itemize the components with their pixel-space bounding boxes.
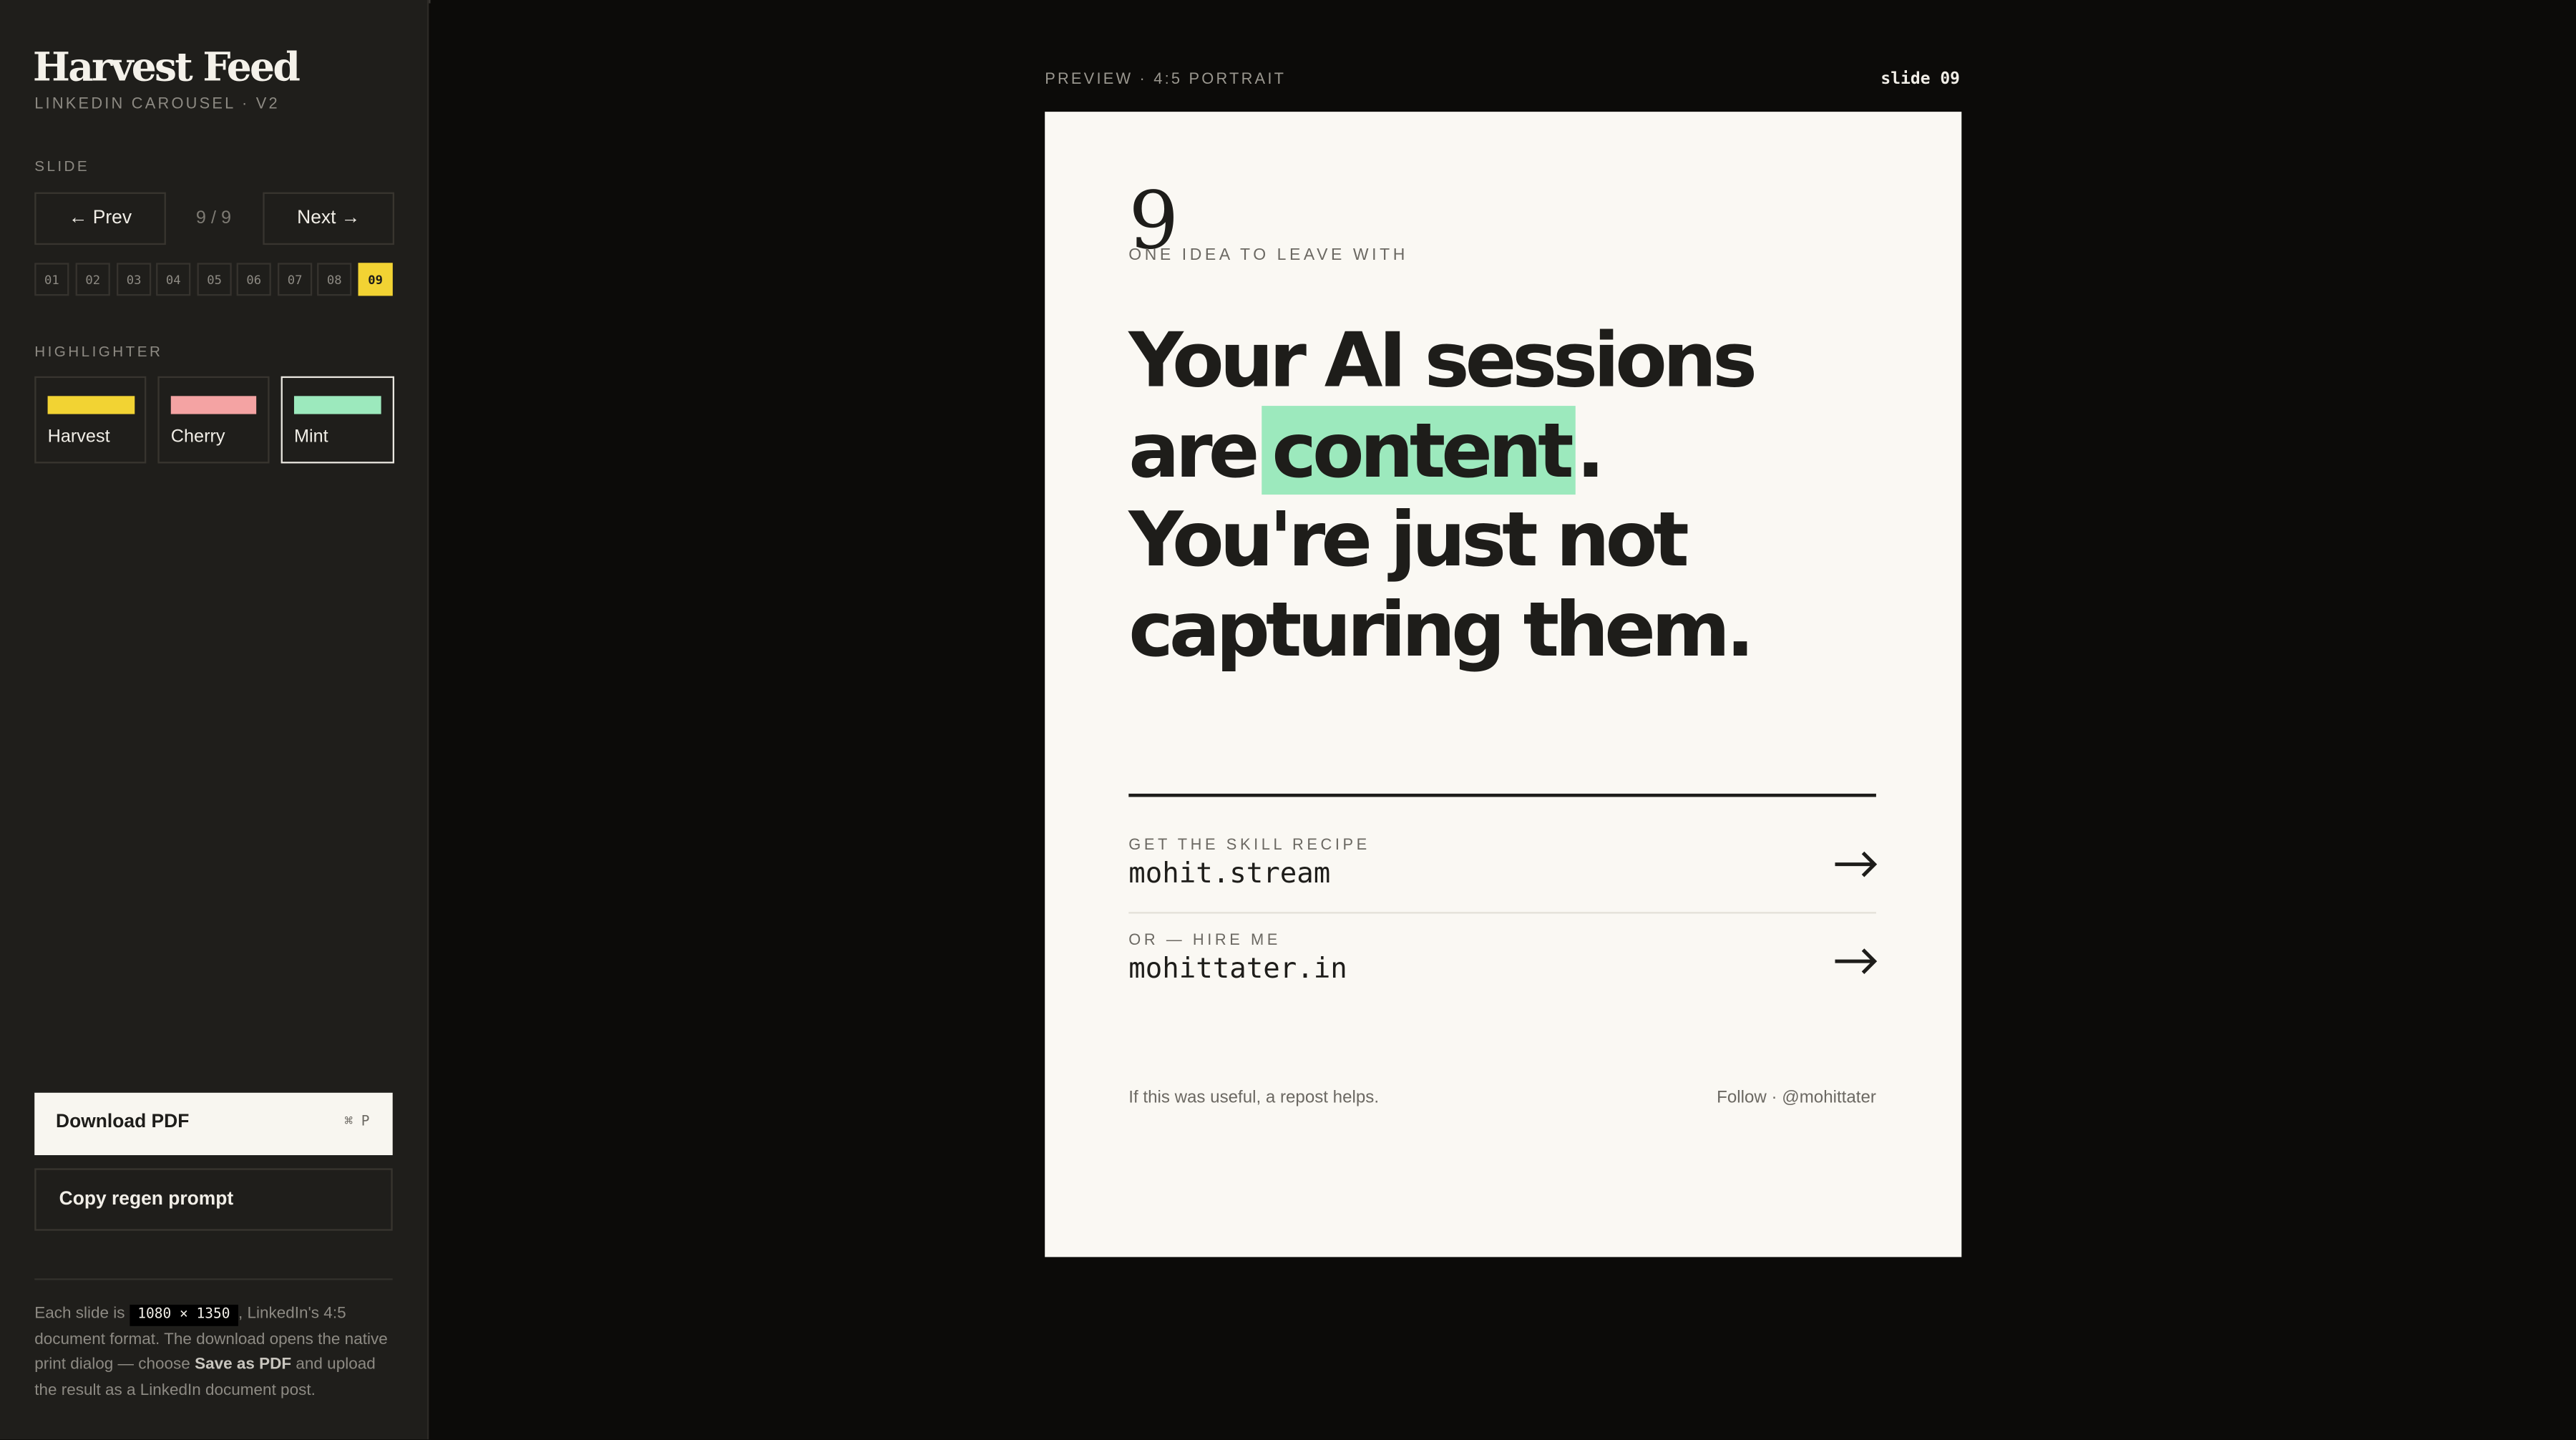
footer-repost-text: If this was useful, a repost helps. xyxy=(1128,1087,1380,1108)
highlighted-word: content xyxy=(1262,404,1576,494)
harvest-swatch xyxy=(47,396,135,414)
cta-divider xyxy=(1128,912,1876,914)
save-as-pdf-emphasis: Save as PDF xyxy=(195,1356,292,1374)
cta-1-link: mohit.stream xyxy=(1128,857,1331,891)
highlighter-option-cherry[interactable]: Cherry xyxy=(157,376,270,464)
slide-counter: 9 / 9 xyxy=(195,208,232,229)
slide-chip-01[interactable]: 01 xyxy=(34,263,69,296)
mint-swatch xyxy=(293,396,381,414)
headline-are: are xyxy=(1128,404,1259,494)
slide-chip-03[interactable]: 03 xyxy=(117,263,152,296)
prev-button[interactable]: ← Prev xyxy=(34,192,166,245)
slide-dimensions-code: 1080 × 1350 xyxy=(129,1304,238,1326)
slide-chip-05[interactable]: 05 xyxy=(197,263,232,296)
preview-area: PREVIEW · 4:5 PORTRAIT slide 09 9 ONE ID… xyxy=(430,0,2576,1440)
slide-chip-04[interactable]: 04 xyxy=(156,263,191,296)
cta-2-label: OR — HIRE ME xyxy=(1128,931,1281,950)
slide-chip-02[interactable]: 02 xyxy=(75,263,110,296)
sidebar-divider xyxy=(34,1278,393,1280)
cta-2-link: mohittater.in xyxy=(1128,953,1347,986)
slide-rule xyxy=(1128,793,1876,797)
cherry-swatch xyxy=(170,396,257,414)
download-pdf-button[interactable]: Download PDF ⌘ P xyxy=(34,1092,393,1156)
highlighter-section-label: HIGHLIGHTER xyxy=(34,343,163,360)
copy-regen-prompt-label: Copy regen prompt xyxy=(59,1190,234,1210)
slide-card: 9 ONE IDEA TO LEAVE WITH Your AI session… xyxy=(1045,112,1962,1257)
highlighter-option-mint[interactable]: Mint xyxy=(280,376,395,464)
slide-chip-06[interactable]: 06 xyxy=(236,263,271,296)
next-button[interactable]: Next → xyxy=(263,192,395,245)
highlighter-option-harvest[interactable]: Harvest xyxy=(34,376,147,464)
slide-headline: Your AI sessions are content. You're just… xyxy=(1128,316,1917,674)
headline-line-2: are content. xyxy=(1128,404,1917,495)
download-shortcut-hint: ⌘ P xyxy=(344,1114,370,1131)
footer-follow-text: Follow · @mohittater xyxy=(1717,1087,1876,1108)
arrow-right-icon xyxy=(1835,948,1878,974)
slide-chip-09[interactable]: 09 xyxy=(358,263,393,296)
sidebar: Harvest Feed LINKEDIN CAROUSEL · V2 SLID… xyxy=(0,0,429,1440)
app-title: Harvest Feed xyxy=(32,42,301,91)
format-note: Each slide is 1080 × 1350, LinkedIn's 4:… xyxy=(34,1301,399,1403)
headline-line-4: capturing them. xyxy=(1128,584,1755,673)
arrow-right-icon xyxy=(1835,851,1878,877)
slide-chip-08[interactable]: 08 xyxy=(317,263,352,296)
note-text-start: Each slide is xyxy=(34,1304,125,1323)
current-slide-label: slide 09 xyxy=(1880,70,1961,89)
preview-format-label: PREVIEW · 4:5 PORTRAIT xyxy=(1045,70,1287,89)
mint-label: Mint xyxy=(293,427,328,447)
cherry-label: Cherry xyxy=(170,427,225,447)
harvest-label: Harvest xyxy=(47,427,110,447)
download-pdf-label: Download PDF xyxy=(56,1112,190,1132)
app-subtitle: LINKEDIN CAROUSEL · V2 xyxy=(34,95,280,114)
slide-chip-07[interactable]: 07 xyxy=(278,263,313,296)
slide-section-label: SLIDE xyxy=(34,157,90,175)
copy-regen-prompt-button[interactable]: Copy regen prompt xyxy=(34,1168,393,1231)
slide-kicker: ONE IDEA TO LEAVE WITH xyxy=(1128,246,1408,265)
headline-line-3: You're just not xyxy=(1128,495,1689,584)
cta-1-label: GET THE SKILL RECIPE xyxy=(1128,836,1370,855)
headline-period: . xyxy=(1576,404,1605,494)
headline-line-1: Your AI sessions xyxy=(1128,315,1757,404)
